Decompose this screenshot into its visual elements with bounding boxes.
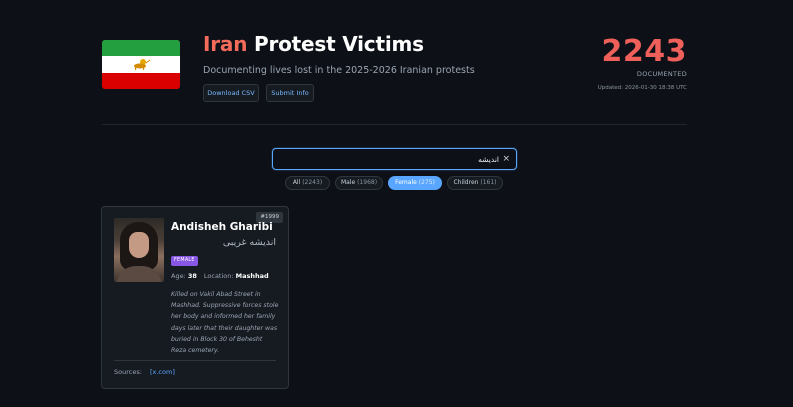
filter-chip-male[interactable]: Male (1968) [335,176,383,190]
filter-chip-count: (1968) [357,179,378,186]
filter-chip-count: (275) [418,179,435,186]
location-value: Mashhad [235,272,269,280]
gender-badge: FEMALE [171,256,198,266]
page-subtitle: Documenting lives lost in the 2025-2026 … [203,65,475,76]
search-input[interactable] [279,152,499,166]
victim-photo [114,218,164,282]
page-title-rest: Protest Victims [247,32,424,56]
download-csv-button[interactable]: Download CSV [203,84,259,102]
age-label: Age: [171,272,186,280]
search-box[interactable]: × [272,148,517,170]
filter-chip-all[interactable]: All (2243) [285,176,330,190]
victim-card[interactable]: #1999 Andisheh Gharibi اندیشه غریبی FEMA… [101,206,289,389]
filter-chip-label: All [292,179,301,186]
page-title: Iran Protest Victims [203,32,424,56]
age-value: 38 [187,272,197,280]
victim-meta: Age: 38 Location: Mashhad [171,272,269,280]
filter-chip-count: (161) [480,179,497,186]
filter-chip-count: (2243) [302,179,323,186]
iran-flag-logo [102,40,180,89]
lion-and-sun-emblem-icon [134,59,151,71]
updated-timestamp: Updated: 2026-01-30 18:38 UTC [597,85,687,91]
victim-description: Killed on Vakil Abad Street in Mashhad. … [171,291,279,355]
documented-label: DOCUMENTED [636,70,687,78]
clear-search-icon[interactable]: × [502,153,510,165]
submit-info-button[interactable]: Submit Info [266,84,314,102]
filter-chip-children[interactable]: Children (161) [447,176,503,190]
sources-label: Sources: [114,368,142,376]
filter-chip-label: Female [395,179,417,186]
sources-row: Sources: [x.com] [114,368,175,376]
card-divider [114,360,276,361]
filter-chip-female[interactable]: Female (275) [388,176,442,190]
victim-name-persian: اندیشه غریبی [222,237,276,248]
page-title-accent: Iran [203,32,248,56]
documented-count: 2243 [601,34,687,69]
header-divider [102,124,687,125]
source-link[interactable]: [x.com] [150,368,175,376]
victim-name: Andisheh Gharibi [171,221,273,233]
filter-chip-label: Children [453,179,479,186]
location-label: Location: [203,272,234,280]
filter-chip-label: Male [340,179,356,186]
